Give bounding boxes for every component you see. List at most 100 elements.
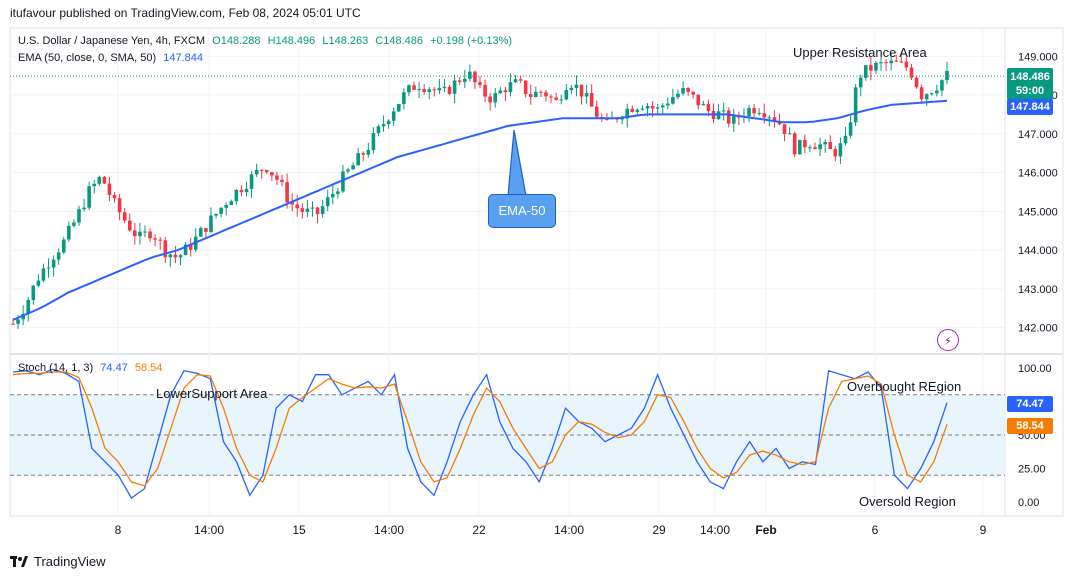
candle-body (594, 106, 599, 117)
candle-body (473, 71, 477, 83)
candle-body (173, 254, 178, 258)
candle-body (828, 142, 833, 149)
legend-low: L148.263 (322, 35, 369, 47)
time-tick-label: 15 (292, 523, 306, 537)
chart-canvas[interactable]: 149.000148.000147.000146.000145.000144.0… (0, 0, 1080, 579)
candle-body (462, 78, 467, 82)
candle-body (752, 108, 756, 114)
candle-body (67, 225, 71, 240)
candle-body (442, 86, 447, 89)
candle-body (544, 92, 548, 97)
candle-body (701, 103, 706, 106)
candle-body (666, 103, 670, 106)
legend-symbol: U.S. Dollar / Japanese Yen, 4h, FXCM (18, 35, 206, 47)
candle-body (630, 108, 635, 112)
candle-body (589, 93, 594, 107)
time-tick-label: 8 (115, 523, 122, 537)
candle-body (351, 165, 355, 170)
flash-icon[interactable]: ⚡ (937, 329, 959, 351)
candle-body (539, 91, 543, 93)
stoch-tick-label: 100.00 (1018, 363, 1052, 375)
candle-body (112, 195, 117, 199)
candle-body (681, 88, 685, 94)
candle-body (929, 93, 934, 95)
candle-body (508, 82, 513, 93)
candle-body (87, 186, 91, 208)
candle-body (792, 133, 797, 155)
oversold-label: Oversold Region (859, 494, 956, 509)
candle-body (848, 122, 853, 136)
candle-body (503, 90, 508, 93)
overbought-label: Overbought REgion (847, 379, 962, 394)
candle-body (569, 87, 574, 91)
candle-body (559, 99, 564, 101)
candle-body (133, 230, 137, 237)
candle-body (899, 61, 904, 63)
tradingview-logo-icon (10, 555, 28, 567)
ema-callout: EMA-50 (488, 194, 556, 228)
candle-body (51, 259, 56, 268)
candle-body (747, 108, 751, 117)
candle-body (767, 117, 772, 119)
candle-body (935, 90, 939, 94)
legend-close: C148.486 (375, 35, 424, 47)
ema-callout-pointer (507, 129, 527, 197)
candle-body (310, 207, 315, 209)
candle-body (361, 153, 366, 155)
candle-body (77, 209, 81, 223)
candle-body (782, 124, 787, 135)
footer: TradingView (10, 554, 106, 569)
candle-body (107, 183, 112, 196)
candle-body (863, 65, 868, 78)
candle-body (884, 62, 888, 64)
stoch-k-tag: 74.47 (1007, 396, 1053, 412)
candle-body (686, 88, 690, 92)
price-tick-label: 144.000 (1018, 245, 1058, 257)
candle-body (803, 139, 807, 148)
price-tick-label: 149.000 (1018, 51, 1058, 63)
upper-resistance-label: Upper Resistance Area (793, 45, 927, 60)
candle-body (706, 103, 711, 111)
candle-body (143, 231, 147, 233)
candle-body (285, 182, 289, 203)
candle-body (762, 113, 767, 118)
candle-body (427, 89, 432, 93)
candle-body (579, 84, 584, 97)
candle-body (645, 106, 650, 109)
candle-body (691, 91, 695, 95)
time-tick-label: 22 (472, 523, 486, 537)
candle-body (676, 93, 680, 98)
candle-body (315, 207, 320, 214)
last-price-value: 148.486 (1010, 71, 1050, 83)
candle-body (122, 212, 127, 221)
candle-body (483, 84, 487, 97)
last-price-tag: 148.486 59:00 (1007, 68, 1053, 100)
candle-body (92, 183, 97, 187)
candle-body (437, 88, 442, 91)
candle-body (275, 175, 279, 180)
candle-body (249, 174, 254, 189)
candle-body (818, 144, 822, 150)
candle-body (356, 153, 360, 166)
candle-body (549, 96, 553, 98)
time-tick-label: 29 (652, 523, 666, 537)
candle-body (757, 113, 761, 115)
candle-body (655, 107, 660, 109)
candle-body (488, 96, 492, 103)
candle-body (371, 133, 376, 150)
candle-body (336, 191, 340, 194)
candle-body (945, 71, 949, 81)
candle-body (432, 89, 437, 91)
candle-body (234, 189, 239, 202)
candle-body (46, 267, 51, 269)
candle-body (72, 222, 76, 226)
candle-body (452, 80, 457, 94)
candle-body (528, 94, 533, 98)
candle-body (787, 133, 792, 135)
legend-ema: EMA (50, close, 0, SMA, 50) 147.844 (18, 52, 207, 64)
candle-body (366, 149, 371, 155)
time-tick-label: Feb (755, 523, 776, 537)
candle-body (229, 201, 234, 206)
candle-body (808, 147, 812, 149)
candle-body (148, 231, 152, 239)
